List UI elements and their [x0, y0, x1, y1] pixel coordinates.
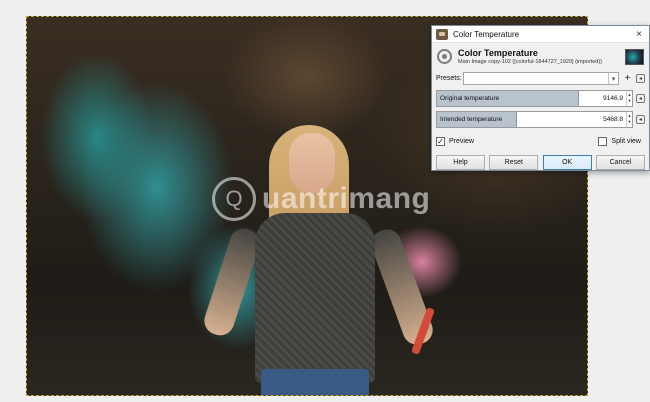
preview-row: ✓ Preview Split view: [432, 132, 649, 151]
menu-icon[interactable]: ◂: [636, 74, 645, 83]
chevron-down-icon[interactable]: ▾: [608, 73, 618, 84]
spinner-arrows-icon[interactable]: ▲ ▼: [626, 111, 632, 127]
person-left-arm: [200, 225, 264, 339]
spinner-arrows-icon[interactable]: ▲ ▼: [626, 90, 632, 106]
color-temperature-filter-icon: [437, 49, 452, 64]
original-temperature-value[interactable]: 9146.9: [603, 95, 626, 102]
watermark-text: uantrimang: [262, 182, 431, 215]
dialog-buttons: Help Reset OK Cancel: [432, 151, 649, 173]
presets-dropdown[interactable]: ▾: [463, 72, 619, 85]
gimp-app-icon: [436, 28, 448, 40]
color-temperature-dialog[interactable]: Color Temperature × Color Temperature Ma…: [431, 25, 650, 171]
intended-temperature-label: Intended temperature: [440, 115, 503, 123]
original-temperature-label: Original temperature: [440, 94, 500, 102]
split-view-label: Split view: [611, 138, 641, 145]
plus-icon[interactable]: +: [622, 73, 633, 84]
dialog-heading: Color Temperature: [458, 48, 538, 58]
preview-label: Preview: [449, 138, 474, 145]
intended-temperature-value[interactable]: 5468.8: [603, 116, 626, 123]
split-view-checkbox[interactable]: [598, 137, 608, 146]
dialog-header: Color Temperature Main Image copy-102 ([…: [432, 43, 649, 70]
original-temperature-slider[interactable]: Original temperature 9146.9 ▲ ▼: [436, 89, 633, 107]
person-torso: [255, 213, 375, 383]
reset-value-icon[interactable]: ◂: [636, 114, 645, 124]
person-jeans: [261, 369, 369, 395]
reset-button[interactable]: Reset: [489, 154, 539, 170]
intended-temperature-row: Intended temperature 5468.8 ▲ ▼ ◂: [432, 109, 649, 129]
intended-temperature-slider[interactable]: Intended temperature 5468.8 ▲ ▼: [436, 110, 633, 128]
watermark-logo-icon: Q: [212, 177, 256, 221]
watermark: Q uantrimang: [212, 176, 430, 222]
dialog-titlebar[interactable]: Color Temperature ×: [432, 26, 649, 43]
help-button[interactable]: Help: [436, 154, 485, 170]
cancel-button[interactable]: Cancel: [595, 154, 645, 170]
window-title: Color Temperature: [453, 29, 520, 39]
reset-value-icon[interactable]: ◂: [636, 93, 645, 103]
original-temperature-row: Original temperature 9146.9 ▲ ▼ ◂: [432, 88, 649, 108]
split-view-option: Split view: [598, 137, 641, 146]
image-thumbnail: [625, 48, 644, 65]
image-subtitle: Main Image copy-102 ([colorful-1844727_1…: [458, 59, 602, 65]
close-icon[interactable]: ×: [633, 29, 645, 40]
ok-button[interactable]: OK: [542, 154, 592, 170]
presets-label: Presets:: [436, 75, 462, 82]
preview-checkbox[interactable]: ✓: [436, 137, 445, 146]
presets-row: Presets: ▾ + ◂: [432, 70, 649, 87]
